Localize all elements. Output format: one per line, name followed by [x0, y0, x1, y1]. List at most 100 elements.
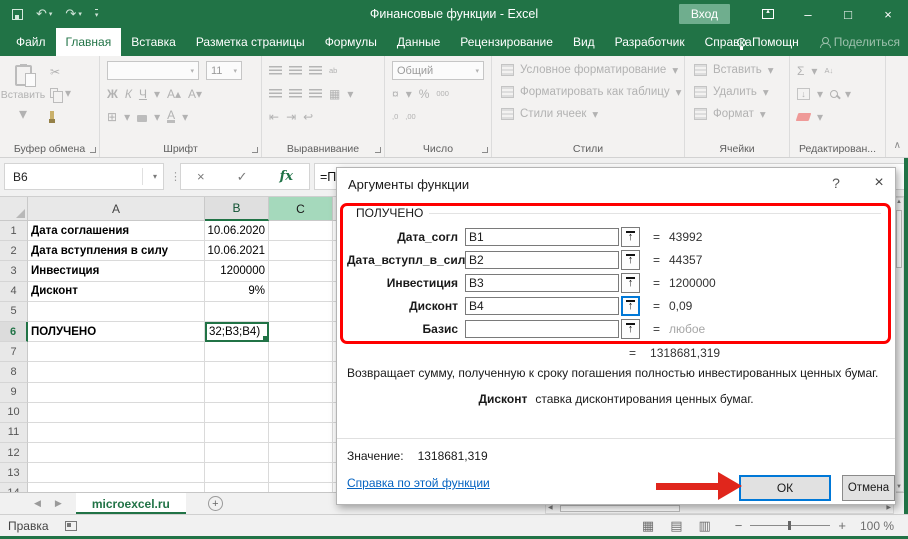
ribbon-display-options-button[interactable] — [748, 0, 788, 28]
row-header[interactable]: 13 — [0, 463, 28, 483]
column-header-a[interactable]: A — [28, 197, 205, 221]
cell-a1[interactable]: Дата соглашения — [28, 221, 205, 241]
previous-sheet-icon[interactable]: ◀ — [34, 498, 41, 509]
tab-page-layout[interactable]: Разметка страницы — [186, 28, 315, 56]
copy-button[interactable] — [50, 88, 58, 98]
column-header-c[interactable]: C — [269, 197, 333, 221]
collapse-ribbon-icon[interactable]: ∧ — [894, 140, 901, 151]
cell-empty[interactable] — [205, 423, 269, 443]
zoom-slider[interactable] — [750, 525, 830, 526]
row-header-active[interactable]: 6 — [0, 322, 28, 342]
increase-decimal-button[interactable]: ,0 — [392, 112, 398, 121]
cell-c2[interactable] — [269, 241, 333, 261]
cell-empty[interactable] — [28, 443, 205, 463]
cell-empty[interactable] — [28, 362, 205, 382]
close-button[interactable]: × — [868, 0, 908, 28]
conditional-formatting-button[interactable]: Условное форматирование▾ — [492, 59, 684, 81]
view-page-layout-icon[interactable]: ▤ — [670, 518, 682, 534]
range-select-button[interactable] — [621, 273, 640, 293]
next-sheet-icon[interactable]: ▶ — [55, 498, 62, 509]
cell-a5[interactable] — [28, 302, 205, 322]
range-select-button[interactable] — [621, 319, 640, 339]
orientation-button[interactable]: ab — [329, 66, 337, 75]
customize-quick-access-button[interactable]: ▾ — [95, 9, 99, 19]
cell-empty[interactable] — [205, 342, 269, 362]
cell-c6[interactable] — [269, 322, 333, 342]
cell-empty[interactable] — [28, 423, 205, 443]
cell-b4[interactable]: 9% — [205, 282, 269, 302]
cell-empty[interactable] — [205, 362, 269, 382]
save-button[interactable] — [12, 9, 23, 20]
row-header[interactable]: 8 — [0, 362, 28, 382]
merge-center-button[interactable]: ▦ — [329, 87, 340, 101]
decrease-indent-button[interactable]: ⇤ — [269, 110, 279, 124]
cell-empty[interactable] — [28, 483, 205, 492]
cell-empty[interactable] — [205, 403, 269, 423]
dialog-launcher-icon[interactable] — [252, 147, 258, 153]
cell-c1[interactable] — [269, 221, 333, 241]
range-select-button[interactable] — [621, 227, 640, 247]
dialog-launcher-icon[interactable] — [90, 147, 96, 153]
tab-review[interactable]: Рецензирование — [450, 28, 563, 56]
decrease-decimal-button[interactable]: ,00 — [405, 112, 415, 121]
format-as-table-button[interactable]: Форматировать как таблицу▾ — [492, 81, 684, 103]
cell-empty[interactable] — [269, 483, 333, 492]
tab-developer[interactable]: Разработчик — [605, 28, 695, 56]
align-left-button[interactable] — [269, 89, 282, 99]
comma-style-button[interactable]: 000 — [436, 89, 449, 98]
cell-empty[interactable] — [269, 342, 333, 362]
horizontal-scroll-thumb[interactable] — [560, 505, 680, 512]
font-name-combo[interactable]: ▾ — [107, 61, 199, 80]
cell-empty[interactable] — [205, 483, 269, 492]
cell-c4[interactable] — [269, 282, 333, 302]
align-middle-button[interactable] — [289, 66, 302, 76]
row-header[interactable]: 9 — [0, 383, 28, 403]
cell-b3[interactable]: 1200000 — [205, 261, 269, 281]
increase-font-button[interactable]: А▴ — [167, 87, 181, 101]
argument-input-0[interactable] — [465, 228, 619, 246]
help-link[interactable]: Справка по этой функции — [347, 476, 490, 490]
cancel-entry-button[interactable]: × — [197, 169, 205, 184]
percent-style-button[interactable]: % — [419, 87, 430, 101]
tab-home[interactable]: Главная — [56, 28, 122, 56]
cell-empty[interactable] — [205, 443, 269, 463]
enter-entry-button[interactable]: ✓ — [237, 169, 248, 185]
cell-empty[interactable] — [28, 383, 205, 403]
font-color-button[interactable]: А — [167, 110, 175, 123]
cell-a3[interactable]: Инвестиция — [28, 261, 205, 281]
decrease-font-button[interactable]: А▾ — [188, 87, 202, 101]
sort-filter-button[interactable]: А↓ — [824, 66, 833, 75]
align-center-button[interactable] — [289, 89, 302, 99]
increase-indent-button[interactable]: ⇥ — [286, 110, 296, 124]
view-normal-icon[interactable]: ▦ — [642, 518, 654, 534]
maximize-button[interactable]: □ — [828, 0, 868, 28]
dialog-close-button[interactable]: × — [867, 174, 891, 192]
dialog-launcher-icon[interactable] — [375, 147, 381, 153]
delete-cells-button[interactable]: Удалить▾ — [685, 81, 789, 103]
scroll-left-icon[interactable]: ◀ — [548, 504, 553, 513]
align-bottom-button[interactable] — [309, 66, 322, 76]
fill-color-button[interactable] — [137, 111, 147, 122]
row-header[interactable]: 10 — [0, 403, 28, 423]
cell-empty[interactable] — [28, 403, 205, 423]
name-box[interactable]: B6 ▾ — [4, 163, 164, 190]
sign-in-button[interactable]: Вход — [679, 4, 730, 24]
cell-c3[interactable] — [269, 261, 333, 281]
cell-empty[interactable] — [269, 383, 333, 403]
cell-c5[interactable] — [269, 302, 333, 322]
align-top-button[interactable] — [269, 66, 282, 76]
cell-empty[interactable] — [269, 423, 333, 443]
column-header-b[interactable]: B — [205, 197, 269, 221]
share-button[interactable]: Поделиться — [819, 35, 900, 49]
find-select-button[interactable] — [830, 90, 838, 98]
cancel-button[interactable]: Отмена — [842, 475, 895, 501]
cell-empty[interactable] — [28, 342, 205, 362]
cell-empty[interactable] — [28, 463, 205, 483]
sheet-tab-active[interactable]: microexcel.ru — [76, 493, 186, 514]
tab-view[interactable]: Вид — [563, 28, 605, 56]
dialog-help-button[interactable]: ? — [825, 175, 847, 191]
scroll-right-icon[interactable]: ▶ — [886, 504, 891, 513]
row-header[interactable]: 3 — [0, 261, 28, 281]
row-header[interactable]: 2 — [0, 241, 28, 261]
accounting-format-button[interactable]: ¤ — [392, 87, 399, 101]
